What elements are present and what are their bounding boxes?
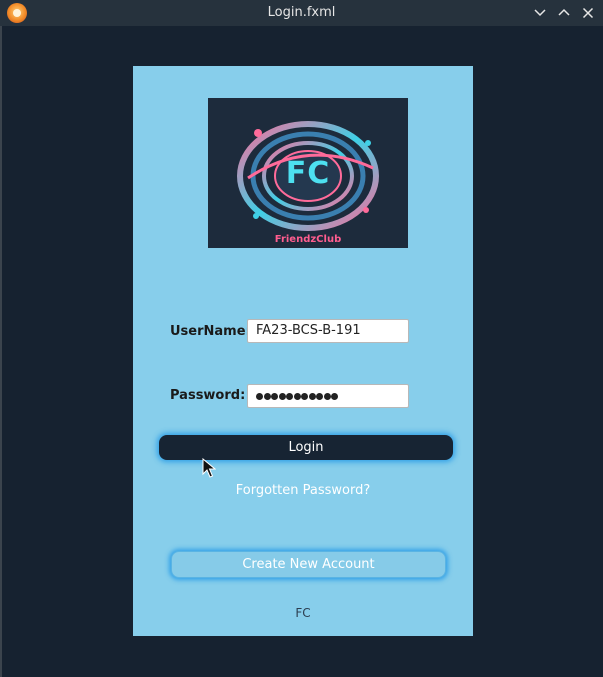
password-mask-dot [301, 392, 308, 400]
password-mask-dot [308, 392, 316, 400]
minimize-button[interactable] [530, 3, 550, 23]
chevron-down-icon [534, 9, 546, 17]
password-mask-dot [263, 392, 271, 400]
password-mask-dot [331, 392, 338, 400]
username-label: UserName: [170, 324, 251, 339]
password-mask-dot [271, 392, 278, 400]
close-button[interactable] [578, 3, 598, 23]
window-title: Login.fxml [267, 5, 336, 20]
password-label: Password: [170, 388, 246, 403]
username-value: FA23-BCS-B-191 [256, 323, 361, 338]
password-mask [256, 385, 339, 407]
maximize-button[interactable] [554, 3, 574, 23]
password-mask-dot [286, 392, 293, 400]
password-mask-dot [316, 392, 323, 400]
logo-brand-text: FC [285, 156, 331, 191]
username-field[interactable]: FA23-BCS-B-191 [247, 319, 409, 343]
footer-label: FC [295, 606, 311, 620]
password-field[interactable] [247, 384, 409, 408]
chevron-up-icon [558, 8, 570, 16]
window-border [0, 26, 2, 677]
password-mask-dot [256, 392, 263, 400]
password-mask-dot [278, 392, 286, 400]
title-bar: Login.fxml [0, 0, 603, 26]
create-account-button[interactable]: Create New Account [171, 551, 446, 578]
close-icon [582, 7, 594, 19]
forgot-password-link[interactable]: Forgotten Password? [133, 483, 473, 498]
login-button[interactable]: Login [159, 435, 453, 460]
mouse-cursor-icon [202, 458, 216, 478]
logo-caption: FriendzClub [274, 234, 342, 245]
password-mask-dot [293, 392, 301, 400]
login-panel: FC FriendzClub UserName: FA23-BCS-B-191 … [133, 66, 473, 636]
logo: FC FriendzClub [208, 98, 408, 248]
password-mask-dot [323, 392, 331, 400]
